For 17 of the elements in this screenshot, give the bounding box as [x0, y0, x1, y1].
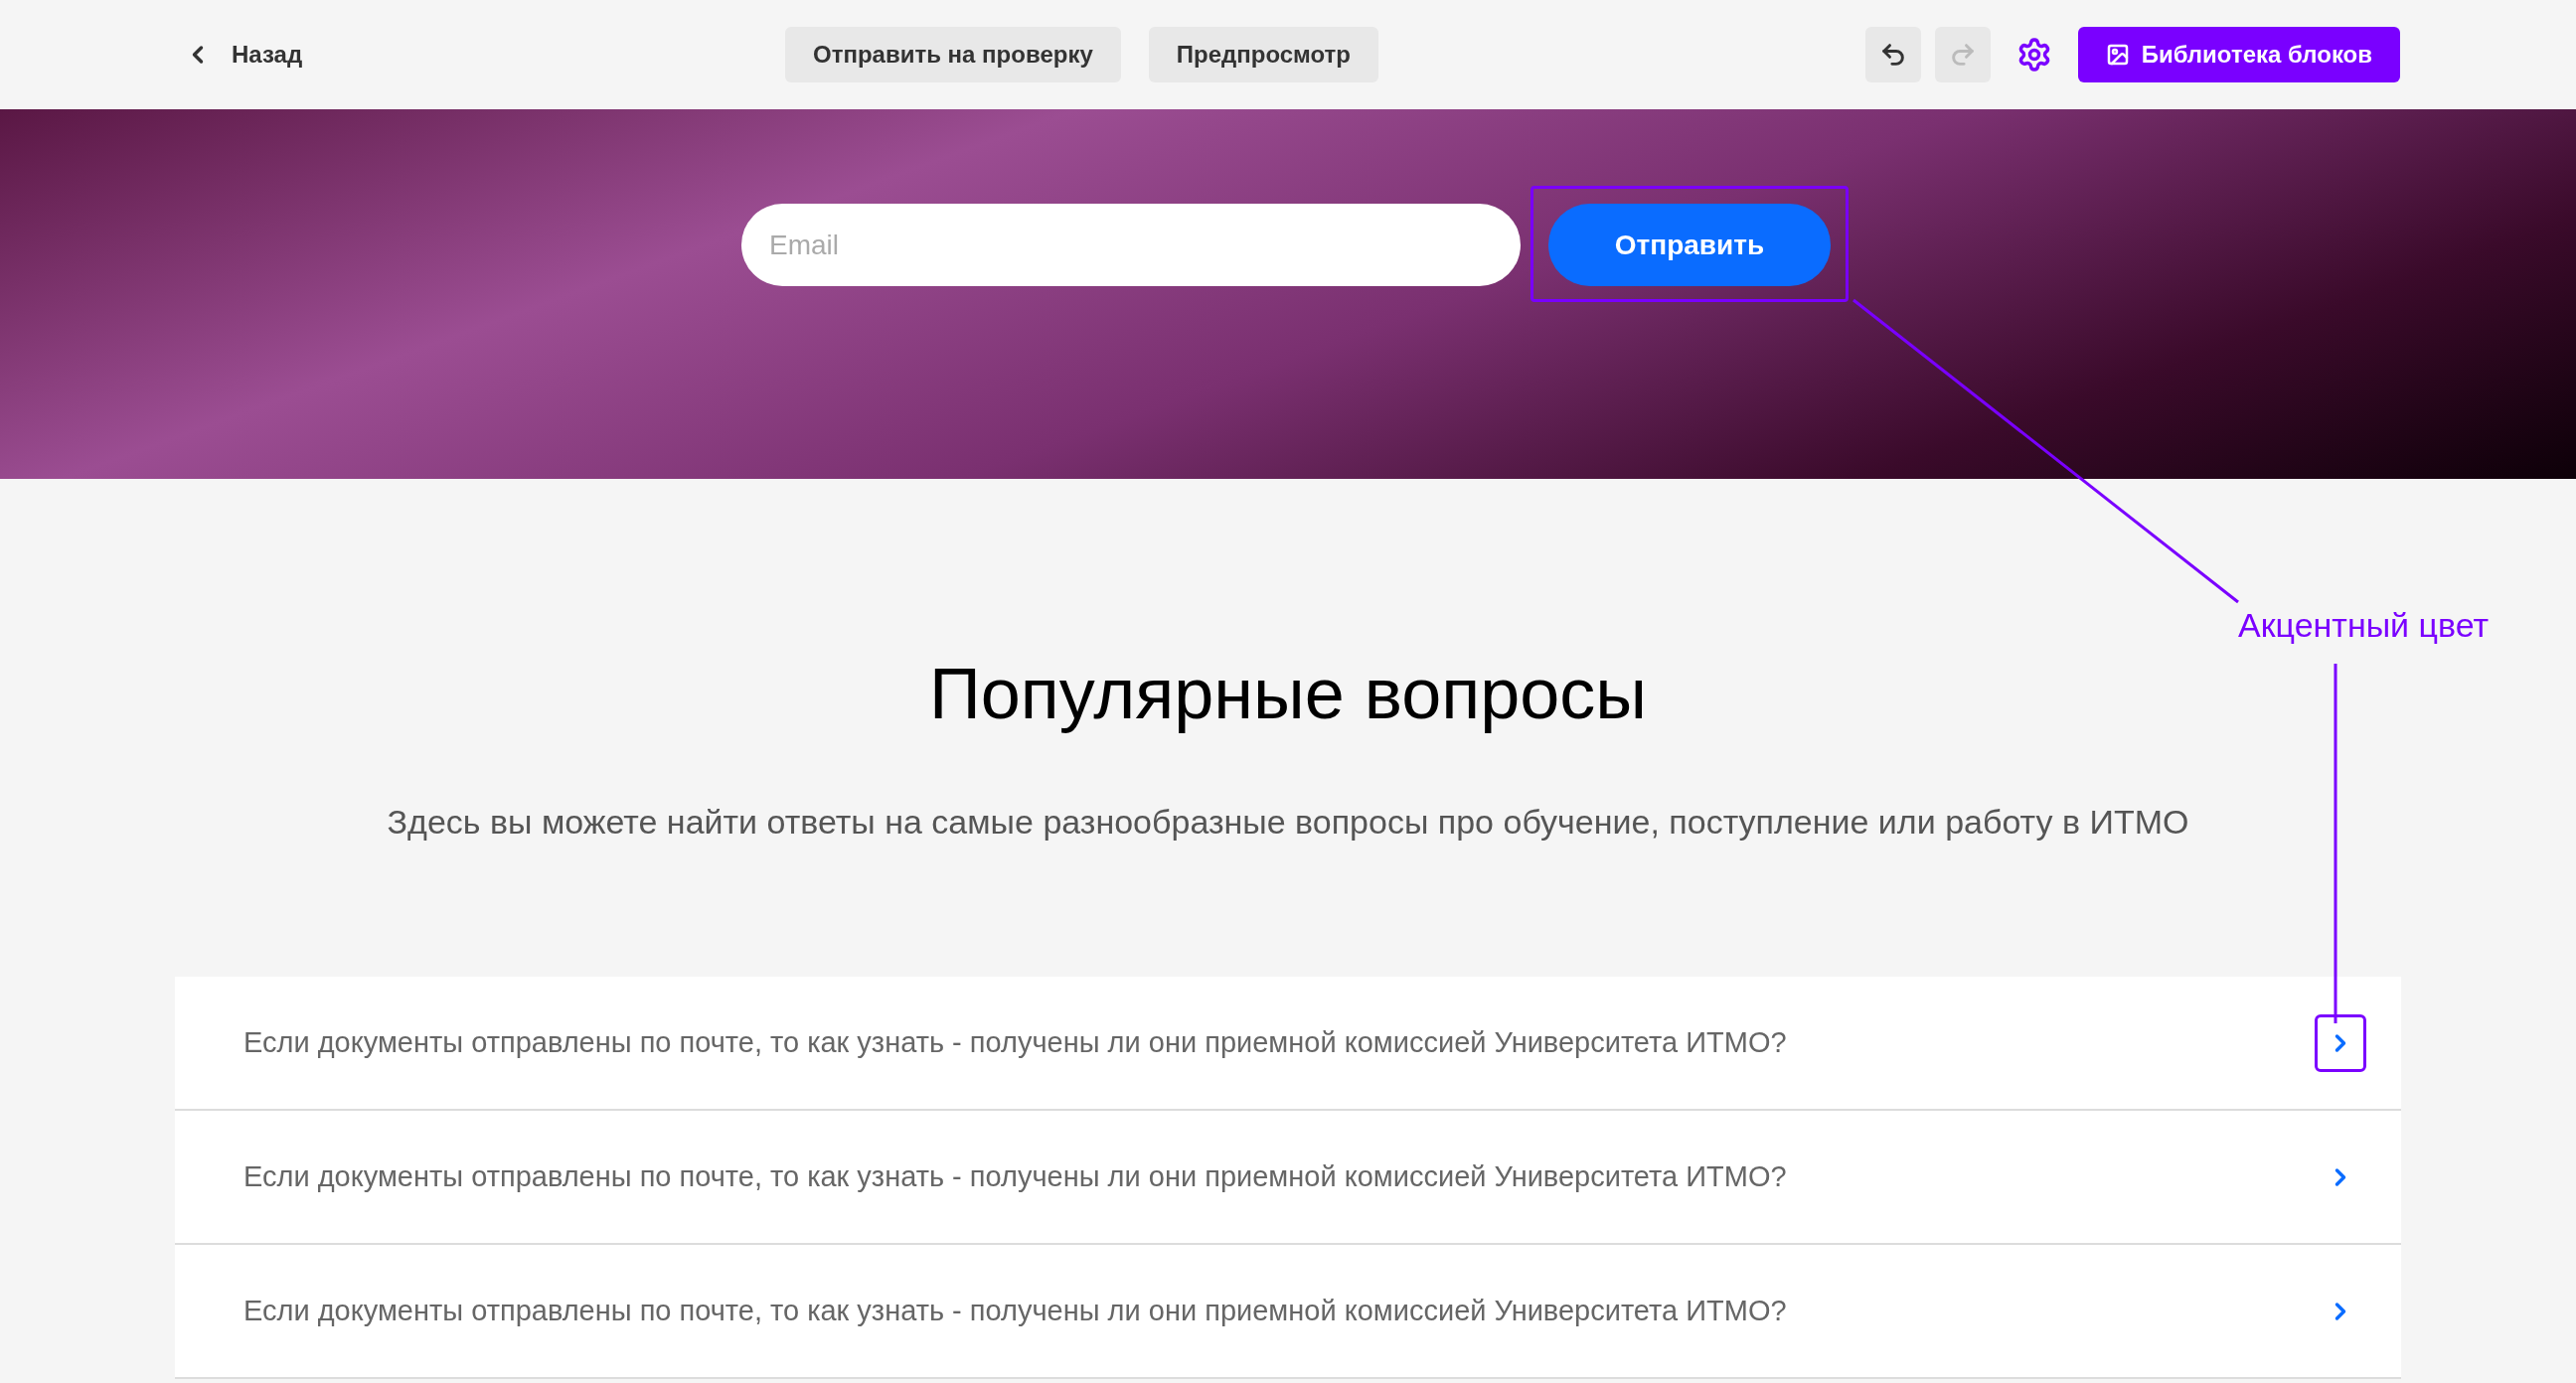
faq-question: Если документы отправлены по почте, то как узнать - получены ли они приемной комиссией Университета ИТМО?: [243, 1158, 1788, 1194]
email-input-field[interactable]: Email: [741, 204, 1521, 286]
undo-button[interactable]: [1864, 27, 1921, 82]
review-button[interactable]: Отправить на проверку: [785, 27, 1121, 82]
faq-item[interactable]: Если документы отправлены по почте, то как узнать - получены ли они приемной комиссией Университета ИТМО?: [175, 1111, 2401, 1245]
submit-button[interactable]: Отправить: [1548, 204, 1831, 286]
faq-item[interactable]: Если документы отправлены по почте, то как узнать - получены ли они приемной комиссией Университета ИТМО?: [175, 1245, 2401, 1379]
faq-question: Если документы отправлены по почте, то как узнать - получены ли они приемной комиссией Университета ИТМО?: [243, 1024, 1788, 1060]
back-link[interactable]: Назад: [184, 37, 303, 73]
expand-button[interactable]: [2315, 1013, 2366, 1072]
block-library-button[interactable]: Библиотека блоков: [2077, 27, 2400, 82]
annotation-label: Акцентный цвет: [2238, 608, 2490, 642]
faq-item[interactable]: Если документы отправлены по почте, то как узнать - получены ли они приемной комиссией Университета ИТМО?: [175, 977, 2401, 1111]
preview-button[interactable]: Предпросмотр: [1148, 27, 1378, 82]
faq-question: Если документы отправлены по почте, то как узнать - получены ли они приемной комиссией Университета ИТМО?: [243, 1293, 1788, 1328]
image-icon: [2105, 43, 2130, 67]
faq-subtitle: Здесь вы можете найти ответы на самые разнообразные вопросы про обучение, поступление или работу в ИТМО: [387, 802, 2189, 843]
